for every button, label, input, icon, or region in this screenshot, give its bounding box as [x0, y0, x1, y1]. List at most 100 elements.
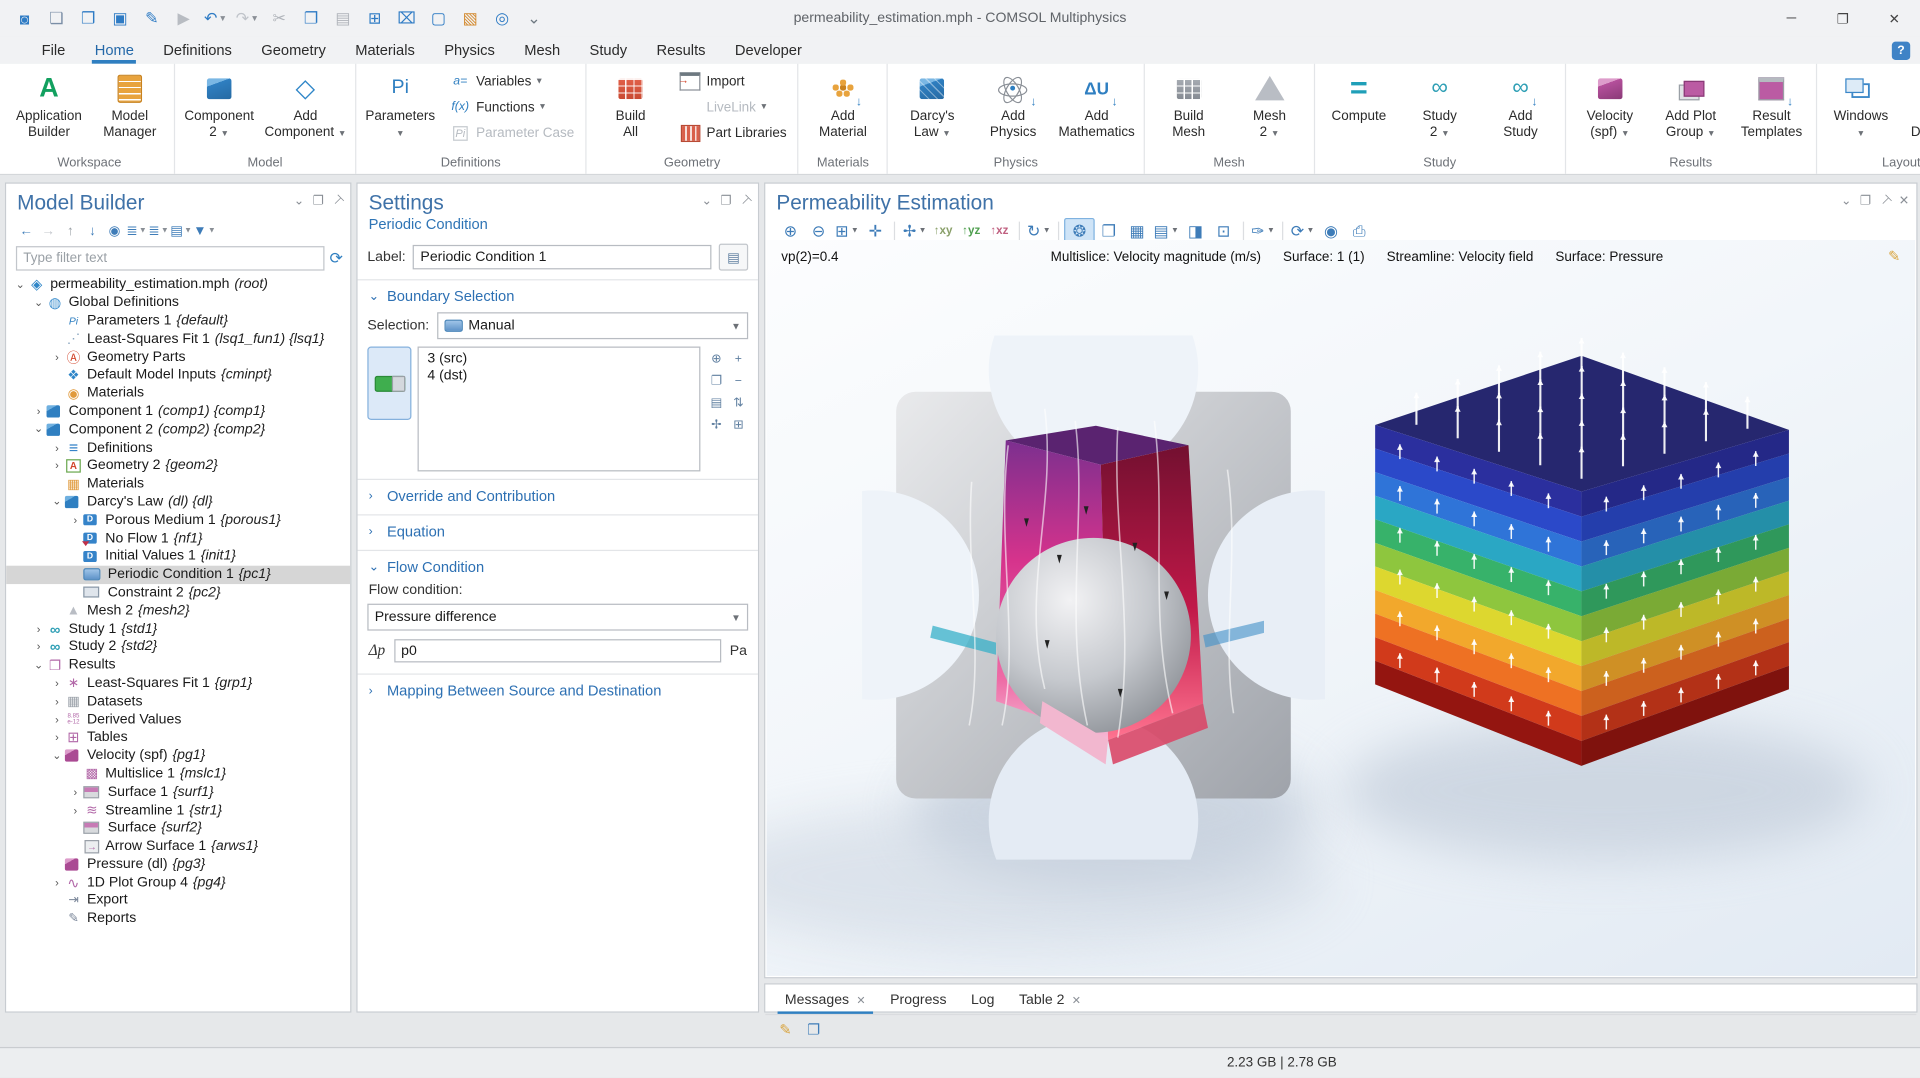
- tree-node-geometry-2[interactable]: ›Geometry 2{geom2}: [6, 457, 350, 475]
- contrast-button[interactable]: ◨: [1181, 219, 1209, 242]
- flow-condition-dropdown[interactable]: Pressure difference ▼: [367, 604, 748, 631]
- panel-menu-icon[interactable]: ⌄: [1841, 195, 1851, 208]
- tree-node-pressure-dl-[interactable]: Pressure (dl){pg3}: [6, 855, 350, 873]
- float-panel-icon[interactable]: ❐: [1860, 195, 1871, 208]
- view-yz-button[interactable]: ↑yz: [957, 219, 985, 242]
- tree-node-study-2[interactable]: ›Study 2{std2}: [6, 638, 350, 656]
- remove-from-selection-button[interactable]: −: [729, 371, 749, 391]
- expander-icon[interactable]: ›: [32, 641, 45, 653]
- boundary-list-item[interactable]: 4 (dst): [419, 367, 699, 384]
- float-panel-icon[interactable]: ❐: [313, 195, 324, 208]
- ribbon-button-build-all[interactable]: BuildAll: [590, 67, 671, 154]
- lock-axes-button[interactable]: ⊡: [1210, 219, 1238, 242]
- model-tree-node-text-button[interactable]: ▤▼: [170, 220, 192, 241]
- ribbon-button-darcys-law[interactable]: Darcy'sLaw ▼: [892, 67, 973, 154]
- mapping-section[interactable]: › Mapping Between Source and Destination: [358, 675, 758, 704]
- label-input[interactable]: [413, 245, 711, 269]
- expander-icon[interactable]: ›: [50, 713, 63, 725]
- view-xz-button[interactable]: ↑xz: [985, 219, 1013, 242]
- tree-node-least-squares-fit-1[interactable]: ›Least-Squares Fit 1{grp1}: [6, 674, 350, 692]
- zoom-box-button[interactable]: ⊞▼: [833, 219, 862, 242]
- find-button[interactable]: ◎: [487, 5, 516, 32]
- annotation-note-icon[interactable]: ✎: [1888, 247, 1900, 264]
- tree-node-periodic-condition-1[interactable]: Periodic Condition 1{pc1}: [6, 565, 350, 583]
- run-button[interactable]: ▶: [169, 5, 198, 32]
- minimize-button[interactable]: ─: [1766, 0, 1817, 37]
- tree-node-constraint-2[interactable]: Constraint 2{pc2}: [6, 584, 350, 602]
- open-file-button[interactable]: ❒: [73, 5, 102, 32]
- tree-node-geometry-parts[interactable]: ›Geometry Parts: [6, 348, 350, 366]
- move-down-button[interactable]: ↓: [82, 220, 103, 241]
- tree-node-porous-medium-1[interactable]: ›Porous Medium 1{porous1}: [6, 511, 350, 529]
- tree-node-global-definitions[interactable]: ⌄Global Definitions: [6, 294, 350, 312]
- comsol-logo-button[interactable]: ◙: [10, 5, 39, 32]
- tree-node-materials[interactable]: Materials: [6, 475, 350, 493]
- expander-icon[interactable]: ›: [69, 514, 82, 526]
- tree-node-no-flow-1[interactable]: No Flow 1{nf1}: [6, 529, 350, 547]
- rotate-button[interactable]: ↻▼: [1025, 219, 1054, 242]
- tree-filter-input[interactable]: [16, 246, 325, 270]
- tree-node-datasets[interactable]: ›Datasets: [6, 692, 350, 710]
- view-xy-button[interactable]: ↑xy: [929, 219, 957, 242]
- print-button[interactable]: ⎙: [1345, 219, 1373, 242]
- tree-node-arrow-surface-1[interactable]: Arrow Surface 1{arws1}: [6, 837, 350, 855]
- create-selection-button[interactable]: ⊕: [707, 349, 727, 369]
- ribbon-tab-definitions[interactable]: Definitions: [149, 39, 247, 63]
- ribbon-button-study-2[interactable]: ∞Study2 ▼: [1399, 67, 1480, 154]
- back-button[interactable]: ←: [16, 220, 37, 241]
- flow-condition-section[interactable]: ⌄ Flow Condition: [358, 551, 758, 580]
- tree-node-default-model-inputs[interactable]: Default Model Inputs{cminpt}: [6, 366, 350, 384]
- ribbon-button-import[interactable]: Import: [673, 69, 791, 95]
- node-properties-button[interactable]: ▤: [719, 244, 748, 271]
- tree-node-tables[interactable]: ›Tables: [6, 728, 350, 746]
- ribbon-button-add-physics[interactable]: ↓AddPhysics: [973, 67, 1054, 154]
- maximize-button[interactable]: ❐: [1817, 0, 1868, 37]
- ribbon-button-velocity-spf[interactable]: Velocity(spf) ▼: [1569, 67, 1650, 154]
- collapse-all-button[interactable]: ≣▼: [148, 220, 169, 241]
- cut-button[interactable]: ✂: [264, 5, 293, 32]
- clear-selection-button[interactable]: ▧: [456, 5, 485, 32]
- move-up-button[interactable]: ↑: [60, 220, 81, 241]
- save-as-button[interactable]: ✎: [137, 5, 166, 32]
- tab-table-2[interactable]: Table 2✕: [1007, 989, 1093, 1013]
- expander-icon[interactable]: ›: [50, 677, 63, 689]
- expander-icon[interactable]: ⌄: [32, 423, 45, 436]
- ribbon-tab-geometry[interactable]: Geometry: [247, 39, 341, 63]
- add-to-selection-button[interactable]: +: [729, 349, 749, 369]
- close-button[interactable]: ✕: [1869, 0, 1920, 37]
- ribbon-button-add-material[interactable]: ↓AddMaterial: [803, 67, 884, 154]
- pin-panel-icon[interactable]: ⊤: [737, 193, 754, 210]
- new-file-button[interactable]: ❏: [42, 5, 71, 32]
- expander-icon[interactable]: ›: [69, 804, 82, 816]
- move-selection-button[interactable]: ✢: [707, 415, 727, 435]
- close-tab-icon[interactable]: ✕: [856, 994, 865, 1007]
- show-grid-button[interactable]: ▦: [1123, 219, 1151, 242]
- ribbon-button-model-manager[interactable]: ModelManager: [89, 67, 170, 154]
- expander-icon[interactable]: ›: [50, 876, 63, 888]
- copy-selection-button[interactable]: ❐: [707, 371, 727, 391]
- tab-messages[interactable]: Messages✕: [773, 989, 878, 1013]
- pin-panel-icon[interactable]: ⊤: [1876, 193, 1893, 210]
- tree-node-surface-1[interactable]: ›Surface 1{surf1}: [6, 783, 350, 801]
- pin-panel-icon[interactable]: ⊤: [329, 193, 346, 210]
- expander-icon[interactable]: ⌄: [50, 749, 63, 762]
- ribbon-button-livelink[interactable]: LiveLink▼: [673, 94, 791, 120]
- expander-icon[interactable]: ⌄: [50, 495, 63, 508]
- tab-progress[interactable]: Progress: [878, 989, 959, 1013]
- tree-node-permeability-estimation-mph[interactable]: ⌄permeability_estimation.mph(root): [6, 276, 350, 294]
- boundary-selection-section[interactable]: ⌄ Boundary Selection: [358, 280, 758, 309]
- ribbon-button-compute-[interactable]: =Compute: [1318, 67, 1399, 154]
- tree-node-streamline-1[interactable]: ›Streamline 1{str1}: [6, 801, 350, 819]
- panel-menu-icon[interactable]: ⌄: [294, 195, 304, 208]
- ribbon-button-add-component[interactable]: ◇AddComponent ▼: [260, 67, 352, 154]
- tree-node-multislice-1[interactable]: Multislice 1{mslc1}: [6, 765, 350, 783]
- save-file-button[interactable]: ▣: [105, 5, 134, 32]
- tree-node-export[interactable]: Export: [6, 892, 350, 910]
- activate-selection-toggle[interactable]: [367, 347, 411, 420]
- ribbon-tab-mesh[interactable]: Mesh: [510, 39, 575, 63]
- tree-node-darcy-s-law[interactable]: ⌄Darcy's Law(dl) {dl}: [6, 493, 350, 511]
- paste-button[interactable]: ▤: [328, 5, 357, 32]
- copy-button[interactable]: ❐: [296, 5, 325, 32]
- help-button[interactable]: ?: [1892, 42, 1910, 60]
- ribbon-button-variables[interactable]: a=Variables▼: [443, 69, 579, 95]
